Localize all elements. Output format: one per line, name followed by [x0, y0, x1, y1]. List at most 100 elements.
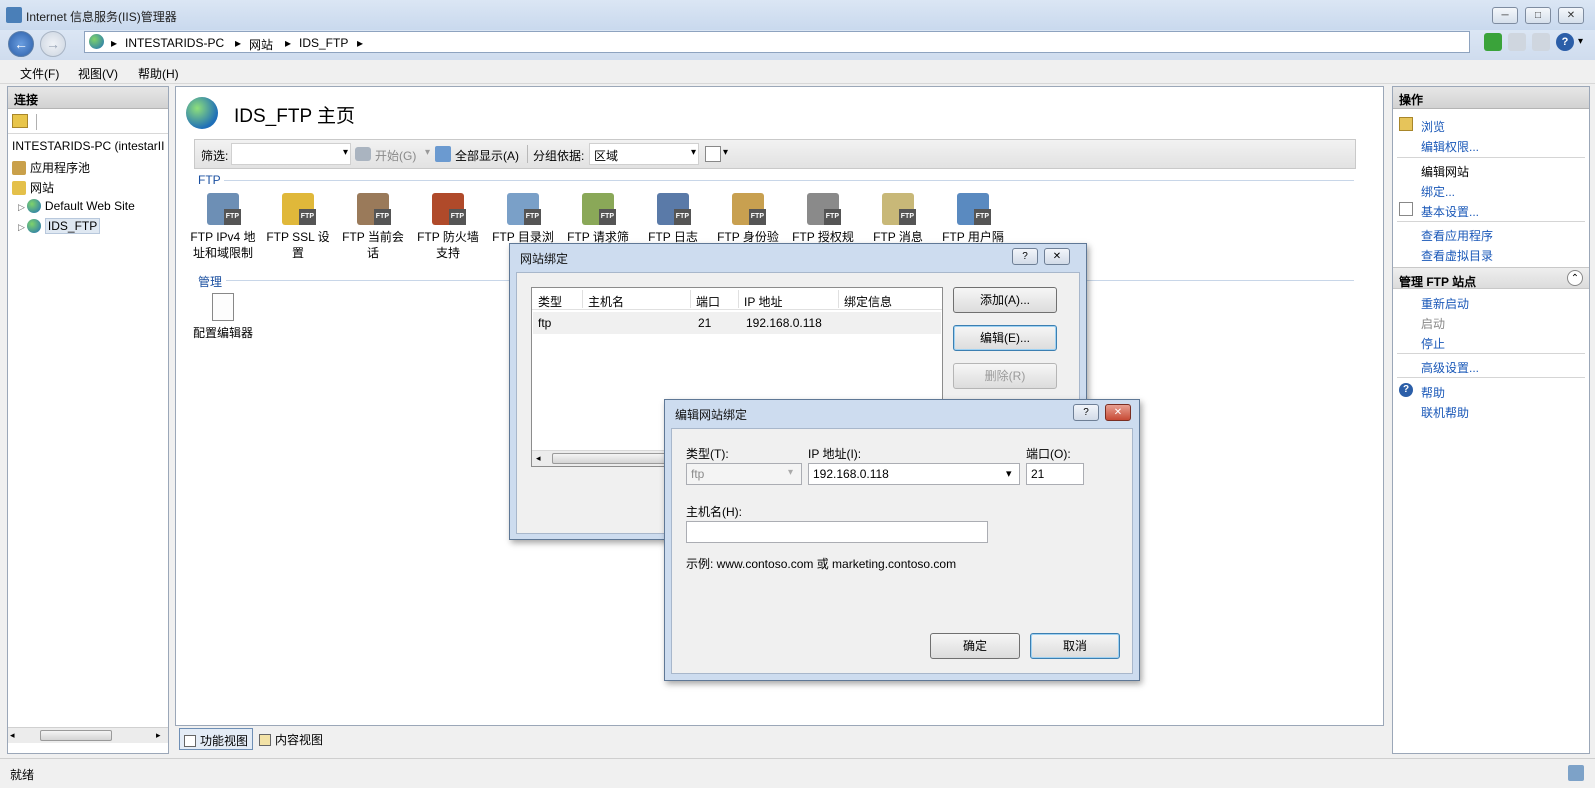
feature-item[interactable]: FTP FTP 目录浏: [486, 193, 560, 245]
binoculars-icon: [355, 147, 371, 161]
feature-item[interactable]: FTP FTP 防火墙 支持: [411, 193, 485, 261]
action-help[interactable]: 帮助: [1421, 384, 1445, 401]
feature-icon: FTP: [957, 193, 991, 225]
column-header-type[interactable]: 类型: [538, 293, 562, 310]
table-row[interactable]: ftp 21 192.168.0.118: [533, 312, 941, 334]
action-view-virtual-dirs[interactable]: 查看虚拟目录: [1421, 247, 1493, 264]
port-input[interactable]: 21: [1026, 463, 1084, 485]
tree-node-ids-ftp[interactable]: ▷ IDS_FTP: [18, 218, 101, 234]
tree-node-server[interactable]: INTESTARIDS-PC (intestarII: [12, 139, 168, 153]
feature-config-editor[interactable]: 配置编辑器: [186, 293, 260, 341]
feature-item[interactable]: FTP FTP 日志: [636, 193, 710, 245]
action-advanced-settings[interactable]: 高级设置...: [1421, 359, 1479, 376]
action-restart[interactable]: 重新启动: [1421, 295, 1469, 312]
feature-label-line2: 置: [291, 246, 304, 260]
horizontal-scrollbar[interactable]: ◂ ▸: [8, 727, 168, 743]
new-connection-icon[interactable]: [12, 114, 28, 128]
breadcrumb-sites[interactable]: 网站: [249, 36, 273, 53]
address-field[interactable]: ▸ INTESTARIDS-PC ▸ 网站 ▸ IDS_FTP ▸: [84, 31, 1470, 53]
dialog-help-button[interactable]: ?: [1073, 404, 1099, 421]
action-edit-permissions[interactable]: 编辑权限...: [1421, 138, 1479, 155]
scroll-thumb[interactable]: [40, 730, 112, 741]
connections-pane: 连接 INTESTARIDS-PC (intestarII 应用程序池 网站 ▷…: [7, 86, 169, 754]
action-bindings[interactable]: 绑定...: [1421, 183, 1455, 200]
back-button[interactable]: ←: [8, 31, 34, 57]
feature-item[interactable]: FTP FTP 用户隔: [936, 193, 1010, 245]
view-mode-icon[interactable]: [705, 146, 721, 162]
scroll-left-icon[interactable]: ◂: [536, 453, 541, 464]
feature-item[interactable]: FTP FTP 消息: [861, 193, 935, 245]
forward-button[interactable]: →: [40, 31, 66, 57]
tree-node-default-site[interactable]: ▷ Default Web Site: [18, 199, 135, 213]
ip-address-select[interactable]: 192.168.0.118: [808, 463, 1020, 485]
feature-icon: FTP: [357, 193, 391, 225]
groupby-dropdown-icon[interactable]: ▾: [691, 147, 696, 158]
ftp-badge: FTP: [223, 209, 241, 225]
ok-button[interactable]: 确定: [930, 633, 1020, 659]
address-bar: ← → ▸ INTESTARIDS-PC ▸ 网站 ▸ IDS_FTP ▸ ? …: [0, 30, 1595, 60]
collapse-icon[interactable]: ⌃: [1567, 270, 1583, 286]
column-header-ip[interactable]: IP 地址: [744, 293, 782, 310]
menu-file[interactable]: 文件(F): [20, 65, 59, 82]
filter-input[interactable]: [231, 143, 351, 165]
tab-content-view[interactable]: 内容视图: [259, 731, 323, 748]
breadcrumb-server[interactable]: INTESTARIDS-PC: [125, 36, 224, 50]
start-dropdown-icon[interactable]: ▾: [425, 147, 430, 158]
group-header-ftp: FTP: [198, 173, 221, 187]
showall-button[interactable]: 全部显示(A): [455, 147, 519, 164]
menu-help[interactable]: 帮助(H): [138, 65, 179, 82]
ip-dropdown-icon[interactable]: ▾: [1006, 467, 1012, 480]
cancel-button[interactable]: 取消: [1030, 633, 1120, 659]
feature-label-line1: FTP IPv4 地: [190, 230, 256, 244]
action-basic-settings[interactable]: 基本设置...: [1421, 203, 1479, 220]
dialog-close-button[interactable]: ✕: [1105, 404, 1131, 421]
feature-item[interactable]: FTP FTP IPv4 地址和域限制: [186, 193, 260, 261]
column-header-port[interactable]: 端口: [696, 293, 720, 310]
start-button[interactable]: 开始(G): [375, 147, 416, 164]
tab-features-view[interactable]: 功能视图: [179, 728, 254, 750]
filter-label: 筛选:: [201, 149, 229, 163]
feature-item[interactable]: FTP FTP SSL 设置: [261, 193, 335, 261]
scroll-right-icon[interactable]: ▸: [156, 730, 161, 741]
column-header-host[interactable]: 主机名: [588, 293, 624, 310]
tree-node-sites[interactable]: 网站: [12, 179, 54, 196]
scroll-thumb[interactable]: [552, 453, 682, 464]
ip-address-value: 192.168.0.118: [813, 467, 889, 481]
maximize-button[interactable]: □: [1525, 7, 1551, 24]
minimize-button[interactable]: ─: [1492, 7, 1518, 24]
connect-icon[interactable]: [1484, 33, 1502, 51]
filter-dropdown-icon[interactable]: ▾: [343, 147, 348, 158]
column-header-info[interactable]: 绑定信息: [844, 293, 892, 310]
help-dropdown-icon[interactable]: ▾: [1578, 36, 1583, 47]
scroll-left-icon[interactable]: ◂: [10, 730, 15, 741]
action-online-help[interactable]: 联机帮助: [1421, 404, 1469, 421]
action-browse[interactable]: 浏览: [1421, 118, 1445, 135]
add-binding-button[interactable]: 添加(A)...: [953, 287, 1057, 313]
expand-icon[interactable]: ▷: [18, 222, 25, 232]
dialog-close-button[interactable]: ✕: [1044, 248, 1070, 265]
help-icon[interactable]: ?: [1556, 33, 1574, 51]
type-label: 类型(T):: [686, 447, 729, 461]
action-stop[interactable]: 停止: [1421, 335, 1445, 352]
hostname-input[interactable]: [686, 521, 988, 543]
feature-item[interactable]: FTP FTP 身份验: [711, 193, 785, 245]
column-divider: [690, 290, 691, 308]
tree-node-apppools[interactable]: 应用程序池: [12, 159, 90, 176]
feature-item[interactable]: FTP FTP 授权规: [786, 193, 860, 245]
groupby-select[interactable]: 区域: [589, 143, 699, 165]
action-view-applications[interactable]: 查看应用程序: [1421, 227, 1493, 244]
feature-label: 配置编辑器: [192, 326, 253, 340]
action-group-edit-site: 编辑网站: [1421, 165, 1470, 179]
menu-view[interactable]: 视图(V): [78, 65, 118, 82]
close-window-button[interactable]: ✕: [1558, 7, 1584, 24]
home-icon[interactable]: [1532, 33, 1550, 51]
expand-icon[interactable]: ▷: [18, 202, 25, 212]
feature-item[interactable]: FTP FTP 当前会话: [336, 193, 410, 261]
disconnect-icon[interactable]: [1508, 33, 1526, 51]
dialog-help-button[interactable]: ?: [1012, 248, 1038, 265]
feature-item[interactable]: FTP FTP 请求筛: [561, 193, 635, 245]
breadcrumb-site[interactable]: IDS_FTP: [299, 36, 348, 50]
feature-label-line2: 址和域限制: [192, 246, 253, 260]
edit-binding-button[interactable]: 编辑(E)...: [953, 325, 1057, 351]
view-mode-dropdown-icon[interactable]: ▾: [723, 147, 728, 158]
